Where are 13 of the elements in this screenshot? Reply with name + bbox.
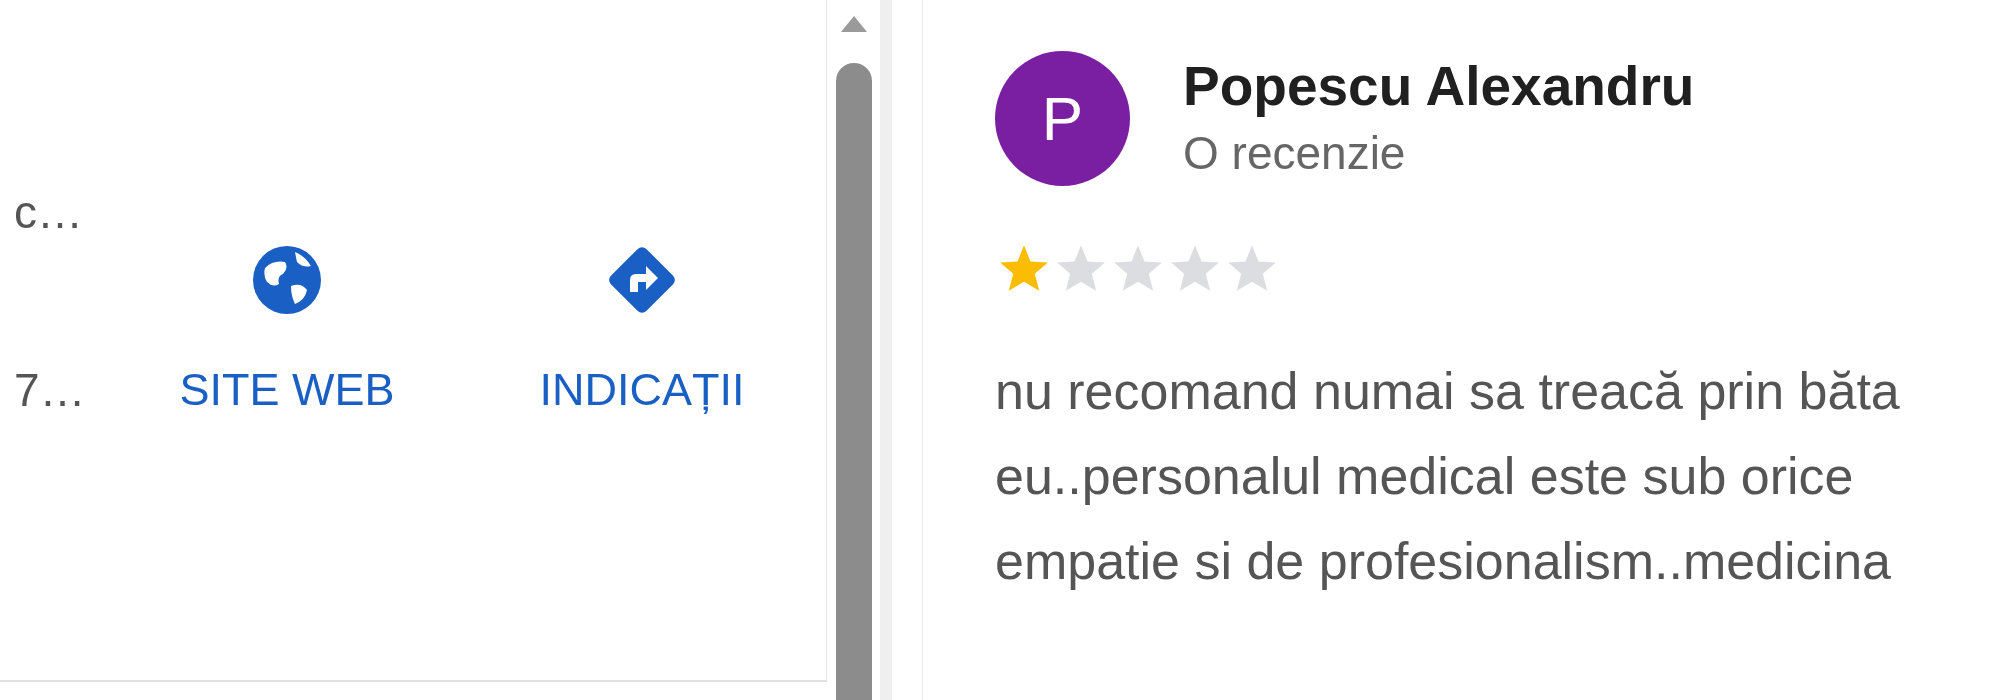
- info-text: c…: [14, 185, 84, 239]
- star-icon: [1226, 243, 1278, 293]
- author-name[interactable]: Popescu Alexandru: [1183, 54, 1695, 118]
- star-icon: [998, 243, 1050, 293]
- info-text: 7…: [14, 363, 87, 417]
- avatar: P: [995, 51, 1130, 186]
- star-icon: [1055, 243, 1107, 293]
- review-count: O recenzie: [1183, 126, 1407, 181]
- star-icon: [1112, 243, 1164, 293]
- review-text: nu recomand numai sa treacă prin băta eu..personalul medical este sub orice empatie si de profesionalism..medicina: [995, 361, 1901, 592]
- scroll-up-icon[interactable]: [838, 14, 869, 34]
- scrollbar-thumb[interactable]: [835, 63, 872, 700]
- star-icon: [1169, 243, 1221, 293]
